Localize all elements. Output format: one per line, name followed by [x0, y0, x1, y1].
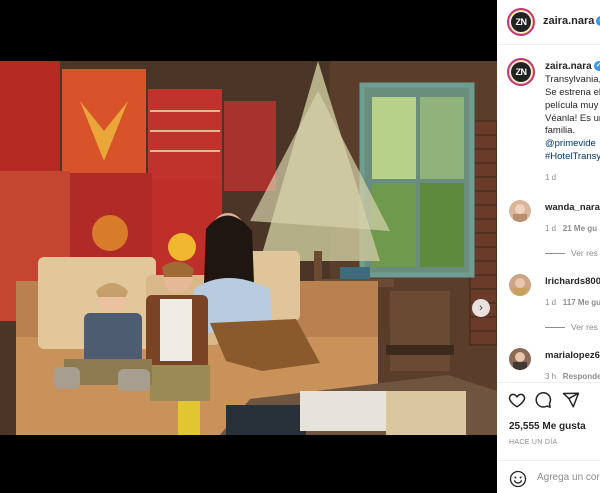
comment-meta: 3 h Responde	[545, 372, 600, 381]
heart-icon[interactable]	[508, 391, 526, 409]
post-details-panel: ZN zaira.nara✓ ZN zaira.nara✓ Transylvan…	[497, 0, 600, 493]
comment-username[interactable]: wanda_nara	[545, 202, 600, 213]
caption-age: 1 d	[545, 173, 557, 182]
caption-mention-link[interactable]: @primevide	[545, 138, 596, 149]
comment-icon[interactable]	[534, 391, 552, 409]
next-photo-button[interactable]: ›	[472, 299, 490, 317]
emoji-icon[interactable]	[509, 470, 527, 488]
view-replies-button[interactable]: Ver res	[545, 248, 598, 258]
comment-likes[interactable]: 117 Me gu	[563, 298, 600, 307]
comment-username[interactable]: lrichards800	[545, 276, 600, 287]
comment-box-divider	[497, 460, 600, 461]
caption-line: película muy	[545, 100, 599, 111]
reply-button[interactable]: Responde	[563, 372, 600, 381]
caption-avatar[interactable]: ZN	[507, 58, 535, 86]
caption-line: Se estrena el	[545, 87, 600, 98]
caption-line: Véanla! Es un	[545, 113, 600, 124]
caption-hashtag-link[interactable]: #HotelTransy	[545, 151, 600, 162]
commenter-avatar[interactable]	[509, 200, 531, 222]
caption-line: familia.	[545, 125, 576, 136]
view-replies-button[interactable]: Ver res	[545, 322, 598, 332]
share-icon[interactable]	[562, 391, 580, 409]
post-photo[interactable]: ›	[0, 61, 497, 435]
comment-meta: 1 d 117 Me gu	[545, 298, 600, 307]
verified-badge-icon: ✓	[593, 61, 600, 72]
comment-meta: 1 d 21 Me gu	[545, 224, 598, 233]
author-username[interactable]: zaira.nara✓	[543, 15, 600, 27]
comment-input[interactable]: Agrega un cor	[537, 472, 600, 483]
actions-divider	[497, 382, 600, 383]
comment-likes[interactable]: 21 Me gu	[563, 224, 597, 233]
verified-badge-icon: ✓	[596, 16, 600, 27]
author-avatar[interactable]: ZN	[507, 8, 535, 36]
post-photo-illustration	[0, 61, 497, 435]
caption-line: Transylvania,	[545, 74, 600, 85]
commenter-avatar[interactable]	[509, 274, 531, 296]
likes-count[interactable]: 25,555 Me gusta	[509, 421, 586, 432]
commenter-avatar[interactable]	[509, 348, 531, 370]
post-timestamp: HACE UN DÍA	[509, 439, 558, 446]
comment-username[interactable]: marialopez6	[545, 350, 600, 361]
caption-username[interactable]: zaira.nara ✓	[545, 61, 600, 72]
header-divider	[497, 44, 600, 45]
